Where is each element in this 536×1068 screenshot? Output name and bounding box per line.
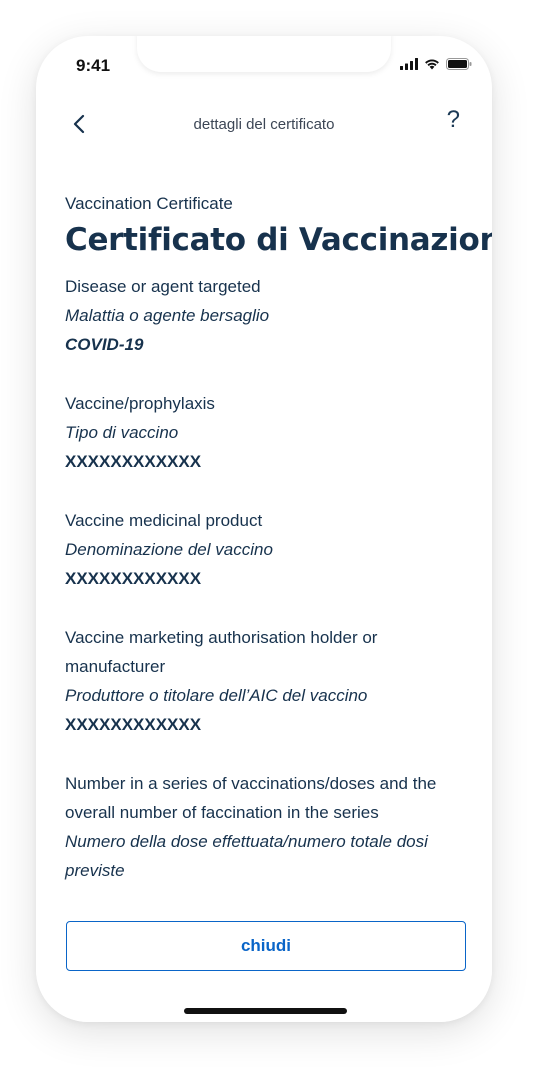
field-label-it: Produttore o titolare dell’AIC del vacci… (65, 686, 368, 705)
field-label-en: Vaccine marketing authorisation holder o… (65, 628, 378, 676)
field-manufacturer: Vaccine marketing authorisation holder o… (65, 623, 463, 739)
field-label-it: Malattia o agente bersaglio (65, 306, 270, 325)
certificate-details: Vaccination Certificate Certificato di V… (65, 194, 492, 885)
field-disease: Disease or agent targeted Malattia o age… (65, 272, 463, 359)
wifi-icon (425, 59, 439, 70)
field-vaccine-product: Vaccine medicinal product Denominazione … (65, 506, 463, 593)
field-vaccine-type: Vaccine/prophylaxis Tipo di vaccino XXXX… (65, 389, 463, 476)
certificate-eyebrow: Vaccination Certificate (65, 194, 233, 213)
nav-title: dettagli del certificato (193, 116, 335, 133)
field-label-en: Vaccine/prophylaxis (65, 394, 215, 413)
field-dose-number: Number in a series of vaccinations/doses… (65, 769, 463, 885)
close-button[interactable]: chiudi (66, 921, 466, 971)
scroll-fade (36, 876, 492, 898)
notch (137, 36, 391, 72)
field-value: XXXXXXXXXXXX (65, 715, 202, 734)
home-indicator (184, 1008, 347, 1014)
field-label-en: Number in a series of vaccinations/doses… (65, 774, 437, 822)
field-value: XXXXXXXXXXXX (65, 569, 202, 588)
cellular-signal-icon (400, 58, 418, 70)
phone-frame: 9:41 dettagli del certificato ? Vaccinat… (36, 36, 492, 1022)
page-title: Certificato di Vaccinazione (65, 222, 492, 258)
field-value: COVID-19 (65, 335, 144, 354)
status-time: 9:41 (76, 56, 111, 75)
field-label-en: Vaccine medicinal product (65, 511, 263, 530)
battery-icon (446, 58, 472, 70)
field-label-en: Disease or agent targeted (65, 277, 261, 296)
help-button[interactable]: ? (447, 106, 460, 134)
status-icons (400, 56, 472, 72)
field-label-it: Denominazione del vaccino (65, 540, 273, 559)
field-value: XXXXXXXXXXXX (65, 452, 202, 471)
field-label-it: Tipo di vaccino (65, 423, 179, 442)
